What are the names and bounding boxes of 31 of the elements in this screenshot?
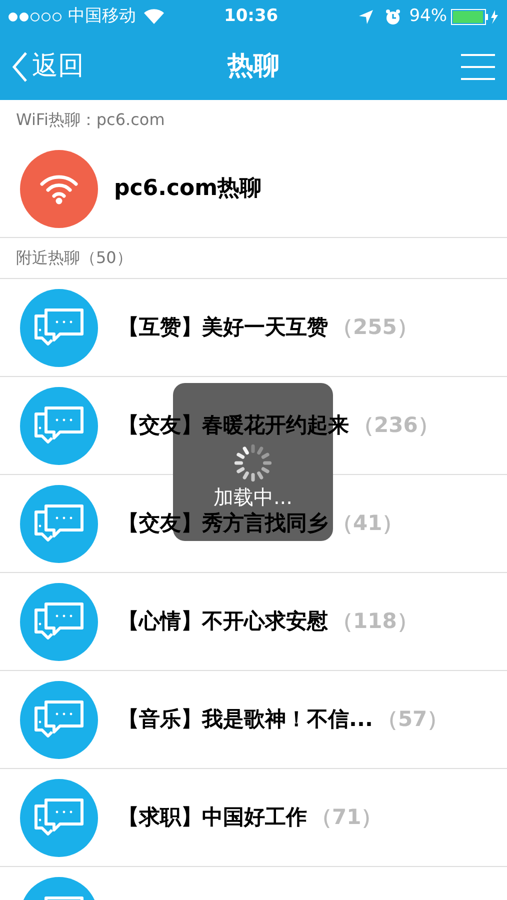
member-count: （255） bbox=[332, 314, 418, 341]
chat-room-name: pc6.com热聊 bbox=[114, 175, 262, 203]
clock-time: 10:36 bbox=[224, 4, 278, 28]
menu-button[interactable] bbox=[461, 52, 495, 80]
chat-room-name: 【音乐】我是歌神！不信... bbox=[118, 706, 373, 733]
chat-room-name: 【互赞】美好一天互赞 bbox=[118, 314, 328, 341]
chat-room-row[interactable]: 【音乐】我是歌神！不信... （57） bbox=[0, 670, 507, 768]
back-chevron-icon bbox=[12, 52, 28, 82]
loading-text: 加载中... bbox=[213, 486, 293, 508]
section-header: WiFi热聊：pc6.com bbox=[16, 109, 165, 131]
member-count: （71） bbox=[311, 804, 382, 831]
section-header: 附近热聊（50） bbox=[16, 247, 132, 269]
chat-room-row[interactable]: 【互赞】美好一天互赞 （255） bbox=[0, 278, 507, 376]
member-count: （57） bbox=[376, 706, 448, 733]
chat-room-row[interactable]: 【求职】中国好工作 （71） bbox=[0, 768, 507, 866]
chat-room-name: 【心情】不开心求安慰 bbox=[118, 608, 328, 635]
signal-icon bbox=[8, 12, 64, 22]
member-count: （118） bbox=[332, 608, 418, 635]
chat-room-row[interactable]: 【心情】不开心求安慰 （118） bbox=[0, 572, 507, 670]
wifi-icon bbox=[144, 9, 164, 24]
wifi-chat-row[interactable]: pc6.com热聊 bbox=[0, 140, 507, 238]
alarm-clock-icon bbox=[385, 8, 402, 24]
battery-charging-icon bbox=[451, 8, 499, 24]
member-count: （41） bbox=[332, 510, 404, 537]
page-title: 热聊 bbox=[228, 50, 280, 83]
carrier-name: 中国移动 bbox=[68, 4, 136, 28]
location-arrow-icon bbox=[359, 10, 374, 24]
loading-spinner-icon bbox=[233, 443, 273, 483]
chat-room-name: 【求职】中国好工作 bbox=[118, 804, 307, 831]
battery-percent: 94% bbox=[409, 4, 447, 28]
member-count: （236） bbox=[353, 412, 439, 439]
